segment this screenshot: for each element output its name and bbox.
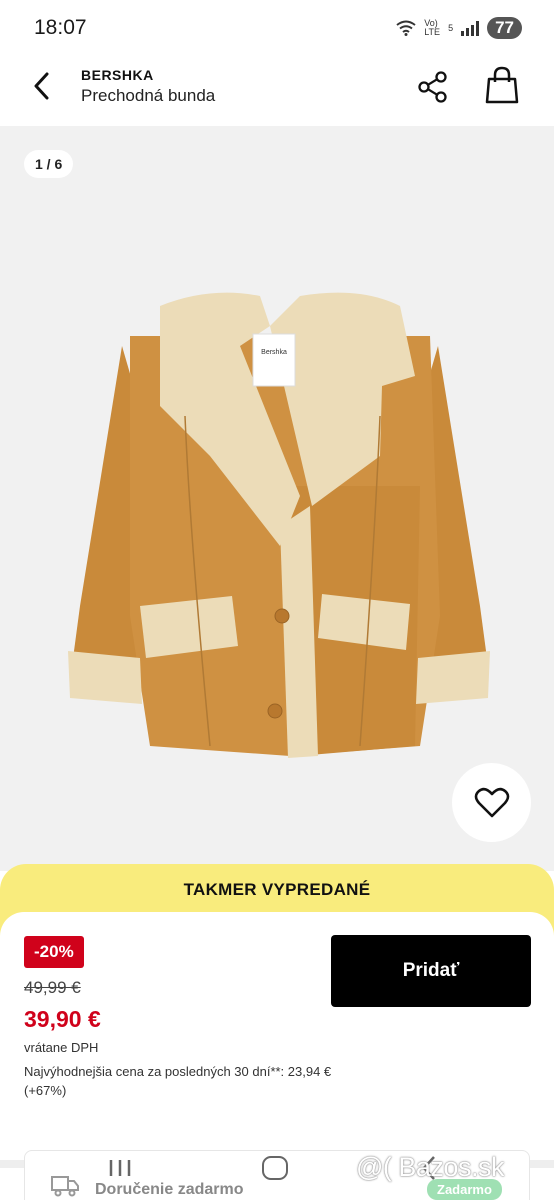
brand-name: BERSHKA — [81, 67, 154, 83]
watermark: @( Bazos.sk — [356, 1152, 504, 1182]
image-counter: 1 / 6 — [24, 150, 74, 178]
wifi-icon — [396, 20, 416, 36]
lowest-price-note: Najvýhodnejšia cena za posledných 30 dní… — [24, 1064, 332, 1098]
vat-note: vrátane DPH — [24, 1040, 99, 1055]
add-to-cart-button[interactable]: Pridať — [331, 935, 531, 1007]
recent-apps-icon[interactable] — [108, 1158, 132, 1178]
battery-indicator: 77 — [487, 17, 522, 39]
status-time: 18:07 — [34, 16, 87, 39]
current-price: 39,90 € — [24, 1006, 101, 1032]
status-bar: 18:07 Vo) LTE 5 77 — [0, 0, 554, 56]
shopping-bag-button[interactable] — [485, 66, 519, 104]
product-gallery[interactable]: 1 / 6 Bershka — [0, 126, 554, 871]
share-icon — [418, 71, 447, 103]
heart-icon — [474, 787, 509, 817]
back-arrow-icon — [34, 72, 49, 100]
signal-icon — [461, 20, 480, 36]
old-price: 49,99 € — [24, 978, 81, 997]
product-header: BERSHKA Prechodná bunda — [0, 56, 554, 126]
network-indicator: Vo) LTE — [424, 19, 440, 37]
discount-badge: -20% — [24, 936, 84, 968]
home-icon[interactable] — [262, 1156, 288, 1180]
back-button[interactable] — [26, 70, 58, 102]
shopping-bag-icon — [485, 66, 519, 104]
stock-banner: TAKMER VYPREDANÉ — [183, 880, 371, 899]
status-icons: Vo) LTE 5 77 — [396, 17, 522, 39]
jacket-tag — [252, 333, 296, 387]
product-image[interactable]: Bershka — [60, 286, 500, 776]
favorite-button[interactable] — [452, 763, 531, 842]
share-button[interactable] — [416, 70, 450, 104]
network-gen: 5 — [448, 23, 454, 33]
lte-label: LTE — [424, 27, 441, 37]
product-title: Prechodná bunda — [81, 86, 216, 105]
jacket-tag-text: Bershka — [261, 349, 287, 356]
